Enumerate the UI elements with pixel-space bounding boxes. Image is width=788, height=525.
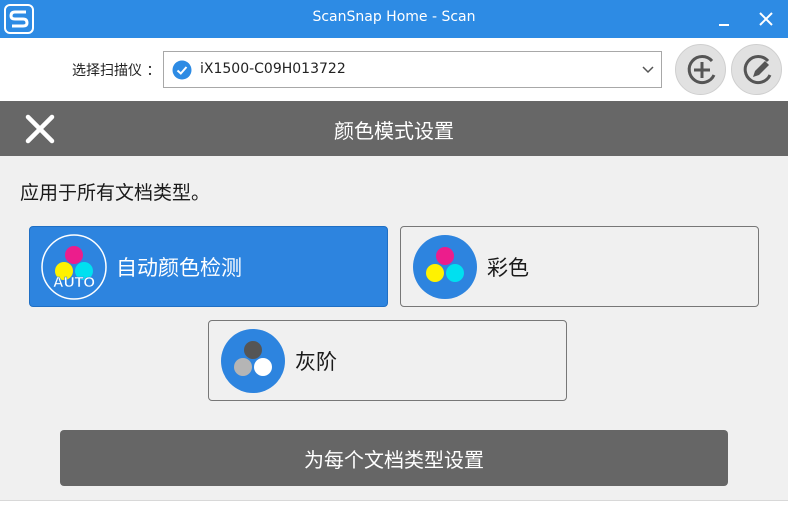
mode-label: 自动颜色检测	[116, 256, 242, 280]
color-mode-button[interactable]: 彩色	[400, 226, 759, 307]
auto-icon-text: AUTO	[53, 274, 96, 291]
color-mode-panel: 应用于所有文档类型。 AUTO 自动颜色检测 彩色 灰阶 为每个文档类型设置	[0, 156, 788, 500]
edit-icon	[743, 55, 772, 85]
mode-label: 灰阶	[295, 350, 337, 374]
title-bar: ScanSnap Home - Scan	[0, 0, 788, 38]
auto-color-detection-button[interactable]: AUTO 自动颜色检测	[29, 226, 388, 307]
add-scanner-button[interactable]	[675, 44, 726, 95]
add-icon	[687, 55, 716, 85]
edit-scanner-button[interactable]	[731, 44, 782, 95]
scanner-label: 选择扫描仪 ：	[72, 63, 161, 79]
footer-area	[0, 500, 788, 525]
close-icon	[759, 12, 773, 26]
grayscale-icon	[221, 329, 285, 393]
per-document-type-settings-button[interactable]: 为每个文档类型设置	[60, 430, 728, 486]
check-circle-icon	[172, 60, 192, 80]
page-title: 颜色模式设置	[334, 119, 454, 143]
minimize-icon	[719, 24, 729, 26]
color-icon	[413, 235, 477, 299]
instruction-text: 应用于所有文档类型。	[20, 182, 211, 204]
window-close-button[interactable]	[753, 6, 779, 32]
auto-color-icon: AUTO	[41, 234, 107, 300]
scanner-value: iX1500-C09H013722	[200, 61, 346, 77]
chevron-down-icon	[642, 66, 654, 74]
window-title: ScanSnap Home - Scan	[312, 9, 476, 25]
per-doc-button-label: 为每个文档类型设置	[304, 448, 484, 472]
mode-label: 彩色	[487, 256, 529, 280]
dialog-header: 颜色模式设置	[0, 101, 788, 156]
minimize-button[interactable]	[711, 6, 737, 32]
grayscale-mode-button[interactable]: 灰阶	[208, 320, 567, 401]
scanner-select[interactable]: iX1500-C09H013722	[163, 51, 662, 88]
